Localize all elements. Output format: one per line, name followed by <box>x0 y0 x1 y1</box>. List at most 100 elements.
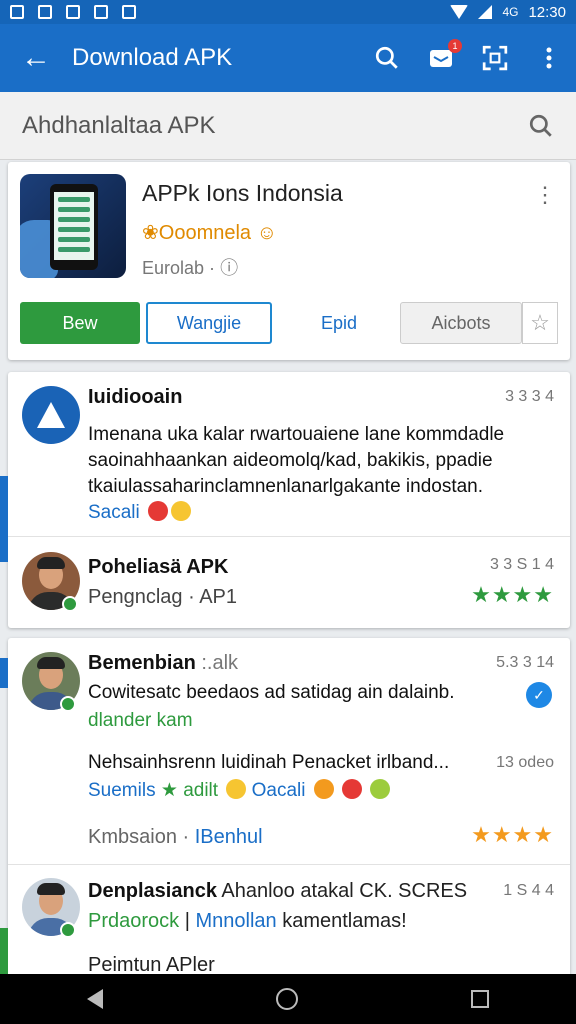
post-time: 1 S 4 4 <box>503 882 554 899</box>
star-icon: ★ <box>160 780 178 801</box>
post-author[interactable]: Iuidiooain <box>88 386 182 409</box>
post-line: dlander kam <box>88 710 193 731</box>
post-subtitle: Pengnclag · AP1 <box>88 586 237 608</box>
logo-icon <box>37 402 65 428</box>
back-arrow-icon[interactable]: ← <box>0 41 72 75</box>
info-icon: ⓘ <box>220 258 239 278</box>
post-line: Imenana uka kalar rwartouaiene lane komm… <box>88 424 505 445</box>
post-author[interactable]: Denplasianck Ahanloo atakal CK. SCRES <box>88 880 508 903</box>
post-footer-link[interactable]: Sacali <box>88 502 140 523</box>
emoji-icon <box>226 779 247 799</box>
accent-bar <box>0 928 8 974</box>
post-line: Prdaorock | Mnnollan kamentlamas! <box>88 910 407 932</box>
footer-link[interactable]: IBenhul <box>195 826 263 848</box>
phone-graphic <box>50 184 98 270</box>
online-indicator <box>60 696 76 712</box>
app-meta: Eurolab · ⓘ <box>142 254 238 280</box>
org-avatar[interactable] <box>22 386 80 444</box>
post-author-rest: Ahanloo atakal CK. SCRES <box>221 880 468 902</box>
tag-link[interactable]: adilt <box>183 780 218 801</box>
post-body: Imenana uka kalar rwartouaiene lane komm… <box>88 422 548 526</box>
post-link[interactable]: Prdaorock <box>88 910 179 932</box>
rating-stars: ★★★★ <box>471 582 554 607</box>
app-name: APPk Ions Indonsia <box>142 180 343 206</box>
nav-recents-icon[interactable] <box>471 990 490 1008</box>
notification-icon <box>66 5 80 19</box>
post-author-name: Denplasianck <box>88 880 217 902</box>
rating-stars: ★★★★ <box>471 822 554 847</box>
search-icon[interactable] <box>528 113 554 139</box>
post-line: Nehsainhsrenn luidinah Penacket irlband.… <box>88 750 468 776</box>
network-type: 4G <box>502 5 519 19</box>
accent-bar <box>0 476 8 562</box>
post-footer: Sacali <box>88 500 548 526</box>
search-bar[interactable]: Ahdhanlaltaa APK <box>0 92 576 160</box>
notification-icon <box>38 5 52 19</box>
developer-name: Ooomnela <box>158 222 252 244</box>
scan-button[interactable] <box>468 45 522 71</box>
wifi-icon <box>450 5 469 19</box>
more-vert-icon <box>546 47 552 69</box>
post-tags: Suemils ★ adilt Oacali <box>88 778 548 804</box>
post-line: tkaiulassaharinclamnenlanarlgakante indo… <box>88 476 484 497</box>
scan-icon <box>482 45 508 71</box>
notification-badge: 1 <box>448 39 462 53</box>
post-footer: Kmbsaion · IBenhul <box>88 826 263 848</box>
divider <box>8 536 570 537</box>
more-options-button[interactable] <box>522 46 576 70</box>
online-indicator <box>62 596 78 612</box>
text-button[interactable]: Epid <box>284 302 394 344</box>
notifications-button[interactable]: 1 <box>414 39 468 69</box>
search-icon <box>375 46 398 69</box>
system-nav-bar <box>0 974 576 1024</box>
notification-icon <box>122 5 136 19</box>
outline-button[interactable]: Wangjie <box>146 302 272 344</box>
developer-badge-icon: ❀ <box>142 222 159 244</box>
notification-icons <box>10 5 136 19</box>
post-author-name: Bemenbian <box>88 652 196 674</box>
primary-button[interactable]: Bew <box>20 302 140 344</box>
app-card: APPk Ions Indonsia ❀Ooomnela ☺ Eurolab ·… <box>8 162 570 360</box>
post-time: 3 3 3 4 <box>505 388 554 405</box>
reaction-icon <box>148 501 169 521</box>
clock: 12:30 <box>528 3 566 21</box>
search-button[interactable] <box>360 45 414 71</box>
emoji-icon <box>342 779 363 799</box>
post-line: saoinahhaankan aideomolq/kad, bakikis, p… <box>88 450 493 471</box>
notification-icon <box>10 5 24 19</box>
nav-home-icon[interactable] <box>275 988 298 1010</box>
status-bar: 4G 12:30 <box>0 0 576 24</box>
app-bar: ← Download APK 1 <box>0 24 576 92</box>
search-input[interactable]: Ahdhanlaltaa APK <box>22 112 528 140</box>
app-developer[interactable]: ❀Ooomnela ☺ <box>142 220 277 245</box>
more-vert-icon[interactable]: ⋮ <box>534 182 556 208</box>
post-line: Cowitesatc beedaos ad satidag ain dalain… <box>88 682 455 703</box>
page-title: Download APK <box>72 44 233 71</box>
tag-link[interactable]: Suemils <box>88 780 156 801</box>
online-indicator <box>60 922 76 938</box>
post-author[interactable]: Poheliasä APK <box>88 556 228 579</box>
grey-button[interactable]: Aicbots <box>400 302 522 344</box>
emoji-icon: ☺ <box>251 222 278 244</box>
verified-icon: ✓ <box>526 682 552 708</box>
post-link[interactable]: Mnnollan <box>195 910 276 932</box>
post-time: 5.3 3 14 <box>496 654 554 671</box>
post-time: 3 3 S 1 4 <box>489 556 554 573</box>
star-icon[interactable]: ☆ <box>522 302 558 344</box>
emoji-icon <box>370 779 391 799</box>
footer-text: Kmbsaion <box>88 826 177 848</box>
post-card: Iuidiooain 3 3 3 4 Imenana uka kalar rwa… <box>0 372 570 628</box>
post-time: 13 odeo <box>496 754 554 771</box>
signal-icon <box>478 5 493 19</box>
post-line-text: Nehsainhsrenn luidinah Penacket irlband.… <box>88 752 450 773</box>
accent-bar <box>0 658 8 688</box>
post-author[interactable]: Bemenbian :.alk <box>88 652 238 675</box>
notification-icon <box>94 5 108 19</box>
app-meta-text: Eurolab · <box>142 258 216 278</box>
emoji-icon <box>313 779 334 799</box>
nav-back-icon[interactable] <box>86 989 103 1009</box>
reaction-icon <box>171 501 192 521</box>
post-card: Bemenbian :.alk 5.3 3 14 Cowitesatc beed… <box>0 638 570 978</box>
app-icon[interactable] <box>20 174 126 278</box>
tag-link[interactable]: Oacali <box>252 780 306 801</box>
